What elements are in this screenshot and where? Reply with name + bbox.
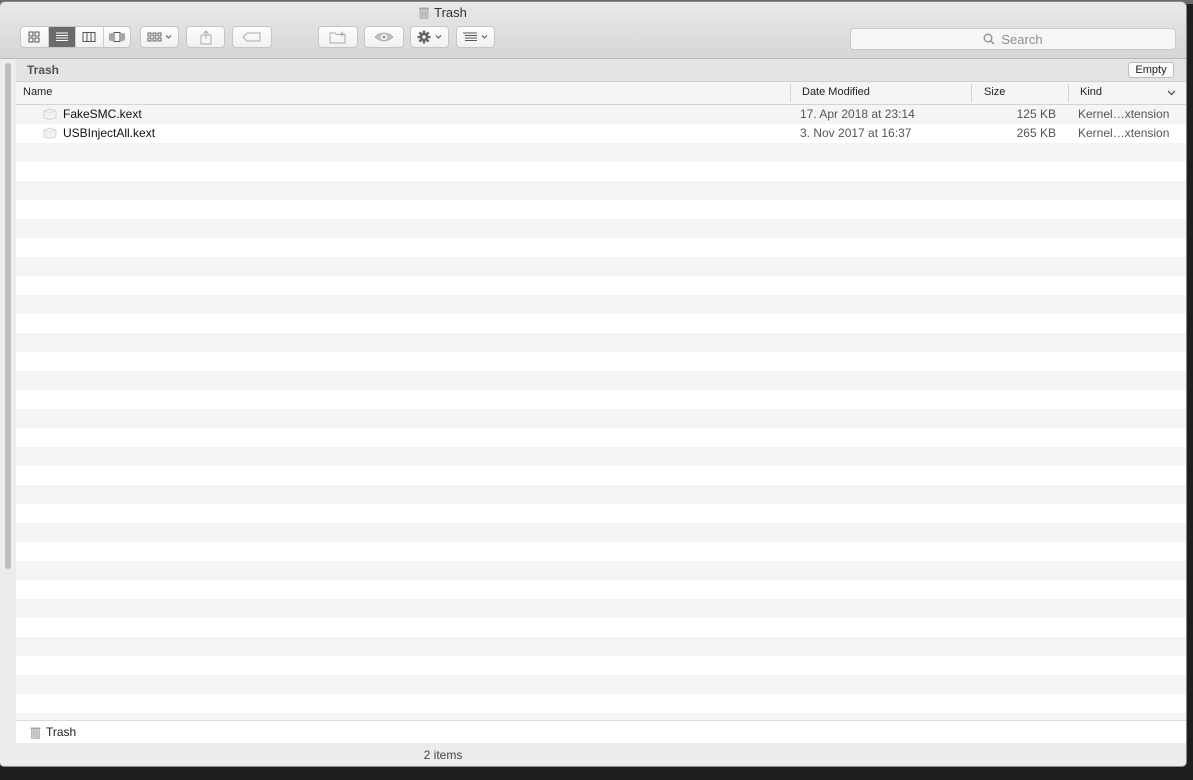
search-placeholder: Search	[1001, 31, 1043, 47]
finder-window: Trash Search Trash Empty Name Date Modif…	[0, 2, 1186, 766]
new-folder-icon	[329, 31, 346, 43]
arrange-button[interactable]	[140, 26, 179, 48]
trash-icon	[419, 7, 430, 19]
list-header: Name Date Modified Size Kind	[16, 82, 1186, 105]
file-kind: Kernel…xtension	[1078, 107, 1170, 121]
tag-icon	[242, 32, 261, 42]
column-header-kind[interactable]: Kind	[1080, 86, 1102, 98]
tags-button[interactable]	[232, 26, 272, 48]
cover-flow-icon	[109, 32, 125, 42]
file-row[interactable]: USBInjectAll.kext 3. Nov 2017 at 16:37 2…	[16, 124, 1186, 143]
titlebar[interactable]: Trash Search	[0, 2, 1186, 59]
item-count: 2 items	[423, 747, 463, 762]
file-size: 125 KB	[1016, 107, 1056, 121]
file-size: 265 KB	[1016, 126, 1056, 140]
action-button[interactable]	[410, 26, 449, 48]
chevron-down-icon[interactable]	[1167, 90, 1176, 96]
location-header: Trash Empty	[16, 59, 1186, 82]
file-name: USBInjectAll.kext	[63, 126, 156, 140]
search-icon	[983, 33, 995, 45]
cover-flow-view-button[interactable]	[104, 27, 131, 47]
window-title-text: Trash	[434, 5, 467, 20]
column-divider[interactable]	[790, 84, 791, 102]
list-view-icon	[55, 32, 68, 41]
eye-icon	[374, 32, 394, 42]
arrange-options-button[interactable]	[456, 26, 495, 48]
gear-icon	[417, 30, 441, 44]
empty-trash-button[interactable]: Empty	[1128, 62, 1174, 78]
file-date: 17. Apr 2018 at 23:14	[800, 107, 915, 121]
location-title: Trash	[27, 63, 60, 77]
path-bar-label[interactable]: Trash	[46, 725, 76, 739]
column-header-name[interactable]: Name	[23, 86, 52, 98]
icon-view-button[interactable]	[21, 27, 49, 47]
file-rows: FakeSMC.kext 17. Apr 2018 at 23:14 125 K…	[16, 105, 1186, 720]
list-view-button[interactable]	[48, 27, 76, 47]
icon-view-icon	[28, 31, 40, 43]
column-divider[interactable]	[971, 84, 972, 102]
kext-file-icon	[43, 127, 57, 139]
file-date: 3. Nov 2017 at 16:37	[800, 126, 912, 140]
file-list[interactable]: Name Date Modified Size Kind FakeSMC.kex…	[16, 82, 1186, 720]
share-icon	[200, 29, 211, 44]
column-view-button[interactable]	[76, 27, 104, 47]
arrange-icon	[147, 32, 171, 42]
column-view-icon	[82, 32, 96, 42]
column-divider[interactable]	[1068, 84, 1069, 102]
trash-icon	[30, 727, 41, 739]
window-title: Trash	[0, 5, 886, 20]
status-bar: 2 items	[0, 743, 886, 766]
column-header-size[interactable]: Size	[984, 86, 1005, 98]
file-name: FakeSMC.kext	[63, 107, 142, 121]
vertical-scrollbar[interactable]	[0, 59, 16, 744]
scrollbar-thumb[interactable]	[5, 63, 11, 569]
list-arrange-icon	[462, 32, 487, 41]
file-kind: Kernel…xtension	[1078, 126, 1170, 140]
share-button[interactable]	[186, 26, 225, 48]
kext-file-icon	[43, 108, 57, 120]
search-field[interactable]: Search	[850, 28, 1176, 50]
file-row[interactable]: FakeSMC.kext 17. Apr 2018 at 23:14 125 K…	[16, 105, 1186, 124]
path-bar[interactable]: Trash	[16, 720, 1186, 743]
quick-look-button[interactable]	[364, 26, 404, 48]
new-folder-button[interactable]	[318, 26, 358, 48]
view-switcher[interactable]	[20, 26, 131, 48]
column-header-date[interactable]: Date Modified	[802, 86, 870, 98]
